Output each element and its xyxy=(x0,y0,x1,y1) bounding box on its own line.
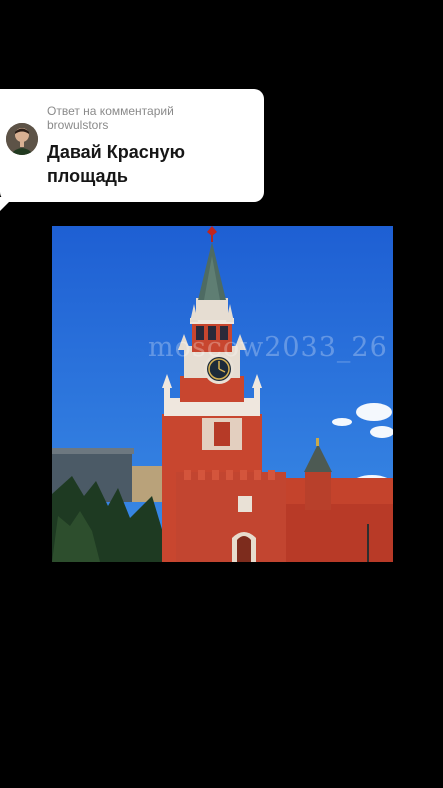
reply-username[interactable]: browulstors xyxy=(47,118,174,132)
kremlin-spasskaya-tower-image xyxy=(52,226,393,562)
reply-title: Ответ на комментарий xyxy=(47,104,174,118)
video-watermark: moscow2033_26 xyxy=(148,332,388,363)
reply-header: Ответ на комментарий browulstors xyxy=(47,104,174,132)
reply-comment-bubble[interactable]: Ответ на комментарий browulstors Давай К… xyxy=(0,89,264,202)
avatar-image xyxy=(6,123,38,155)
reply-bubble-tail xyxy=(0,197,14,211)
reply-comment-text: Давай Красную площадь xyxy=(47,142,185,186)
video-frame[interactable]: moscow2033_26 xyxy=(52,226,393,562)
avatar[interactable] xyxy=(6,123,38,155)
